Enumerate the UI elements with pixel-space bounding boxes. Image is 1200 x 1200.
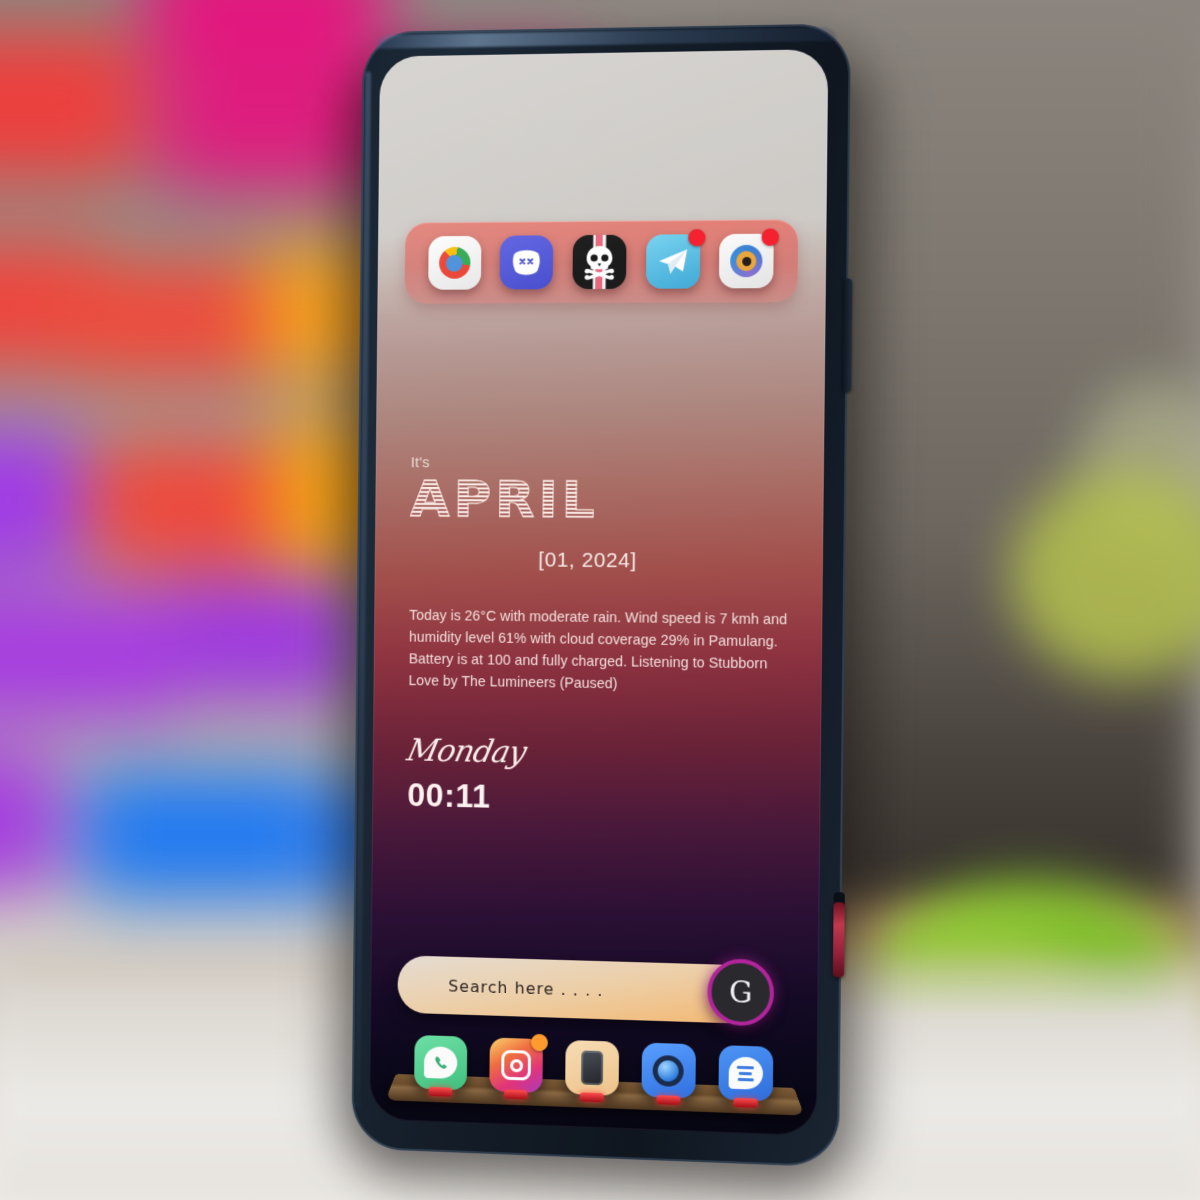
app-icon-discord[interactable] [499, 235, 554, 290]
assistant-icon [652, 1054, 685, 1087]
instagram-lens [509, 1058, 523, 1072]
skull-crossbones-icon [585, 245, 614, 280]
app-icon-telegram[interactable] [645, 229, 706, 289]
info-widget: It's APRIL [01, 2024] Today is 26°C with… [403, 454, 800, 822]
phone-screen[interactable]: It's APRIL [01, 2024] Today is 26°C with… [369, 49, 829, 1137]
app-icon-device[interactable] [565, 1039, 620, 1103]
messages-icon [728, 1056, 763, 1090]
notification-badge [531, 1033, 549, 1052]
scene: It's APRIL [01, 2024] Today is 26°C with… [0, 0, 1200, 1200]
widget-prefix: It's [410, 454, 430, 472]
widget-date: [01, 2024] [538, 548, 637, 573]
dock-slot [565, 1039, 621, 1103]
app-icon-assistant[interactable] [641, 1042, 696, 1106]
chrome-icon-core [446, 254, 463, 272]
chrome-icon [438, 246, 471, 279]
notification-badge [761, 228, 780, 246]
top-app-tray [404, 219, 799, 304]
widget-description: Today is 26°C with moderate rain. Wind s… [408, 607, 788, 693]
app-icon-phone[interactable] [414, 1034, 468, 1097]
device-icon [580, 1050, 604, 1086]
discord-icon [513, 250, 541, 275]
search-bar[interactable]: Search here . . . . [397, 955, 757, 1025]
search-placeholder: Search here . . . . [448, 976, 604, 1000]
widget-clock: 00:11 [407, 775, 491, 815]
dock-slot [641, 1042, 697, 1106]
widget-month: APRIL [410, 471, 823, 530]
google-assistant-button[interactable]: G [707, 958, 775, 1027]
dock-slot [489, 1033, 549, 1100]
volume-button[interactable] [841, 278, 853, 393]
camera-pupil [741, 256, 752, 266]
app-icon-camera[interactable] [719, 228, 780, 289]
assistant-icon-core [657, 1059, 680, 1082]
dock-led [656, 1095, 681, 1106]
app-icon-messages[interactable] [718, 1045, 773, 1108]
notification-badge [687, 229, 706, 247]
messages-icon-lines [736, 1065, 755, 1081]
widget-weekday: Monday [403, 732, 530, 771]
telegram-paper-plane-icon [658, 249, 687, 274]
dock-slot [718, 1045, 775, 1108]
phone-device: It's APRIL [01, 2024] Today is 26°C with… [331, 23, 880, 1179]
phone-bubble-icon [424, 1046, 458, 1080]
dock-led [579, 1092, 604, 1103]
phone-handset-icon [435, 1056, 447, 1069]
instagram-icon [501, 1049, 532, 1081]
app-icon-chrome[interactable] [427, 235, 482, 290]
dock-led [732, 1097, 758, 1108]
camera-eye-icon [730, 244, 763, 278]
app-icon-instagram[interactable] [489, 1033, 549, 1100]
camera-iris [736, 250, 757, 272]
dock-led [504, 1089, 528, 1100]
accent-side-key[interactable] [832, 902, 845, 978]
dock-slot [414, 1034, 469, 1097]
dock-led [428, 1086, 453, 1097]
app-icon-skull[interactable] [572, 234, 627, 290]
